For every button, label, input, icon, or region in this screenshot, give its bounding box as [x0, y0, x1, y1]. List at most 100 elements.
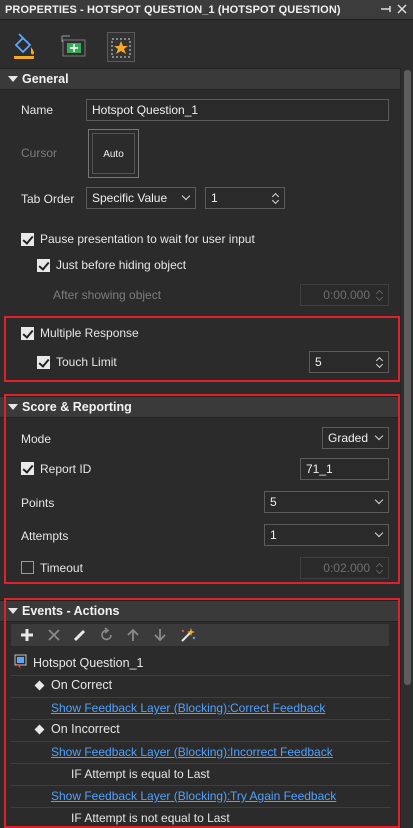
tab-order-value: 1 — [211, 191, 218, 205]
collapse-triangle-icon — [8, 76, 18, 82]
tab-order-mode-value: Specific Value — [92, 191, 168, 205]
tree-divider — [11, 741, 391, 742]
event-tree-root[interactable]: Hotspot Question_1 — [11, 652, 391, 674]
size-position-icon — [60, 35, 88, 65]
tree-divider — [11, 785, 391, 786]
highlight-score-reporting — [4, 394, 400, 584]
magic-wand-icon[interactable] — [179, 627, 196, 643]
interactivity-star-icon — [108, 38, 134, 64]
points-label: Points — [21, 496, 55, 510]
section-events-title: Events - Actions — [22, 604, 120, 618]
panel-title-bar: PROPERTIES - HOTSPOT QUESTION_1 (HOTSPOT… — [0, 0, 413, 20]
chevron-down-icon — [374, 431, 384, 441]
after-showing-time-value: 0:00.000 — [323, 288, 370, 302]
multiple-response-checkbox[interactable] — [21, 327, 34, 340]
chevron-down-icon — [181, 191, 191, 201]
timeout-label: Timeout — [40, 561, 83, 575]
scrollbar-thumb[interactable] — [404, 70, 411, 685]
before-hiding-checkbox[interactable] — [37, 259, 50, 272]
close-icon[interactable] — [396, 3, 408, 15]
tree-divider — [11, 763, 391, 764]
move-down-icon[interactable] — [152, 627, 168, 643]
timeout-time-value: 0:02.000 — [323, 561, 370, 575]
tab-order-label: Tab Order — [21, 192, 75, 206]
refresh-icon[interactable] — [99, 627, 115, 643]
tree-divider — [11, 719, 391, 720]
attempts-label: Attempts — [21, 529, 69, 543]
section-events-header[interactable]: Events - Actions — [0, 600, 400, 622]
incorrect-target-link[interactable]: Incorrect Feedback — [230, 745, 333, 759]
delete-icon[interactable] — [46, 627, 62, 643]
spin-down-icon[interactable] — [271, 196, 280, 205]
section-general-title: General — [22, 72, 69, 86]
tryagain-condition: IF Attempt is not equal to Last — [71, 811, 230, 825]
cursor-label: Cursor — [21, 146, 58, 160]
panel-scrollbar[interactable] — [400, 68, 413, 828]
mode-value: Graded — [328, 431, 369, 445]
after-showing-label: After showing object — [53, 288, 162, 302]
pause-checkbox[interactable] — [21, 233, 34, 246]
timeout-time-field: 0:02.000 — [300, 557, 389, 579]
touch-limit-label: Touch Limit — [56, 355, 117, 369]
report-id-field[interactable]: 71_1 — [300, 458, 389, 480]
attempts-value: 1 — [270, 528, 277, 542]
mode-label: Mode — [21, 432, 52, 446]
multiple-response-label: Multiple Response — [40, 326, 139, 340]
tab-order-value-spinner[interactable]: 1 — [205, 187, 285, 209]
name-field[interactable]: Hotspot Question_1 — [86, 99, 389, 121]
timeout-checkbox[interactable] — [21, 561, 34, 574]
panel-title: PROPERTIES - HOTSPOT QUESTION_1 (HOTSPOT… — [5, 4, 341, 16]
move-up-icon[interactable] — [125, 627, 141, 643]
cursor-picker[interactable]: Auto — [88, 129, 139, 178]
add-icon[interactable] — [19, 627, 35, 643]
cursor-value: Auto — [92, 133, 135, 174]
tab-interactivity[interactable] — [107, 32, 135, 62]
pause-label: Pause presentation to wait for user inpu… — [40, 232, 255, 246]
incorrect-action-link[interactable]: Show Feedback Layer (Blocking): — [51, 745, 230, 759]
trigger-diamond-icon — [34, 724, 45, 735]
events-toolbar — [11, 624, 389, 646]
mode-select[interactable]: Graded — [322, 427, 389, 449]
paint-bucket-icon — [10, 33, 38, 65]
spin-down-icon — [375, 293, 384, 302]
section-general-header[interactable]: General — [0, 68, 400, 90]
event-tree-root-label: Hotspot Question_1 — [33, 656, 144, 670]
hotspot-object-icon — [14, 654, 28, 673]
spin-down-icon[interactable] — [375, 360, 384, 369]
incorrect-condition: IF Attempt is equal to Last — [71, 767, 210, 781]
tab-size-position[interactable] — [60, 32, 88, 62]
collapse-triangle-icon — [8, 404, 18, 410]
tab-style[interactable] — [10, 32, 38, 62]
report-id-label: Report ID — [40, 462, 92, 476]
chevron-down-icon — [374, 495, 384, 505]
touch-limit-value: 5 — [315, 355, 322, 369]
correct-action-link[interactable]: Show Feedback Layer (Blocking): — [51, 701, 230, 715]
section-score-title: Score & Reporting — [22, 400, 132, 414]
tab-order-mode-select[interactable]: Specific Value — [86, 187, 196, 209]
attempts-select[interactable]: 1 — [264, 524, 389, 546]
tree-divider — [11, 807, 391, 808]
report-id-checkbox[interactable] — [21, 462, 34, 475]
tryagain-action-link[interactable]: Show Feedback Layer (Blocking): — [51, 789, 230, 803]
section-score-header[interactable]: Score & Reporting — [0, 396, 400, 418]
tree-divider — [11, 697, 391, 698]
touch-limit-checkbox[interactable] — [37, 356, 50, 369]
touch-limit-spinner[interactable]: 5 — [309, 351, 389, 373]
correct-target-link[interactable]: Correct Feedback — [230, 701, 325, 715]
name-label: Name — [21, 103, 54, 117]
points-select[interactable]: 5 — [264, 491, 389, 513]
tryagain-target-link[interactable]: Try Again Feedback — [230, 789, 336, 803]
collapse-triangle-icon — [8, 608, 18, 614]
before-hiding-label: Just before hiding object — [56, 258, 187, 272]
trigger-on-correct[interactable]: On Correct — [51, 678, 112, 692]
chevron-down-icon — [374, 528, 384, 538]
after-showing-time-field: 0:00.000 — [300, 284, 389, 306]
properties-tab-bar — [0, 20, 413, 68]
tree-divider — [11, 675, 391, 676]
edit-icon[interactable] — [72, 627, 88, 643]
pin-icon[interactable] — [380, 3, 392, 15]
trigger-diamond-icon — [34, 680, 45, 691]
spin-down-icon — [375, 566, 384, 575]
trigger-on-incorrect[interactable]: On Incorrect — [51, 722, 120, 736]
points-value: 5 — [270, 495, 277, 509]
